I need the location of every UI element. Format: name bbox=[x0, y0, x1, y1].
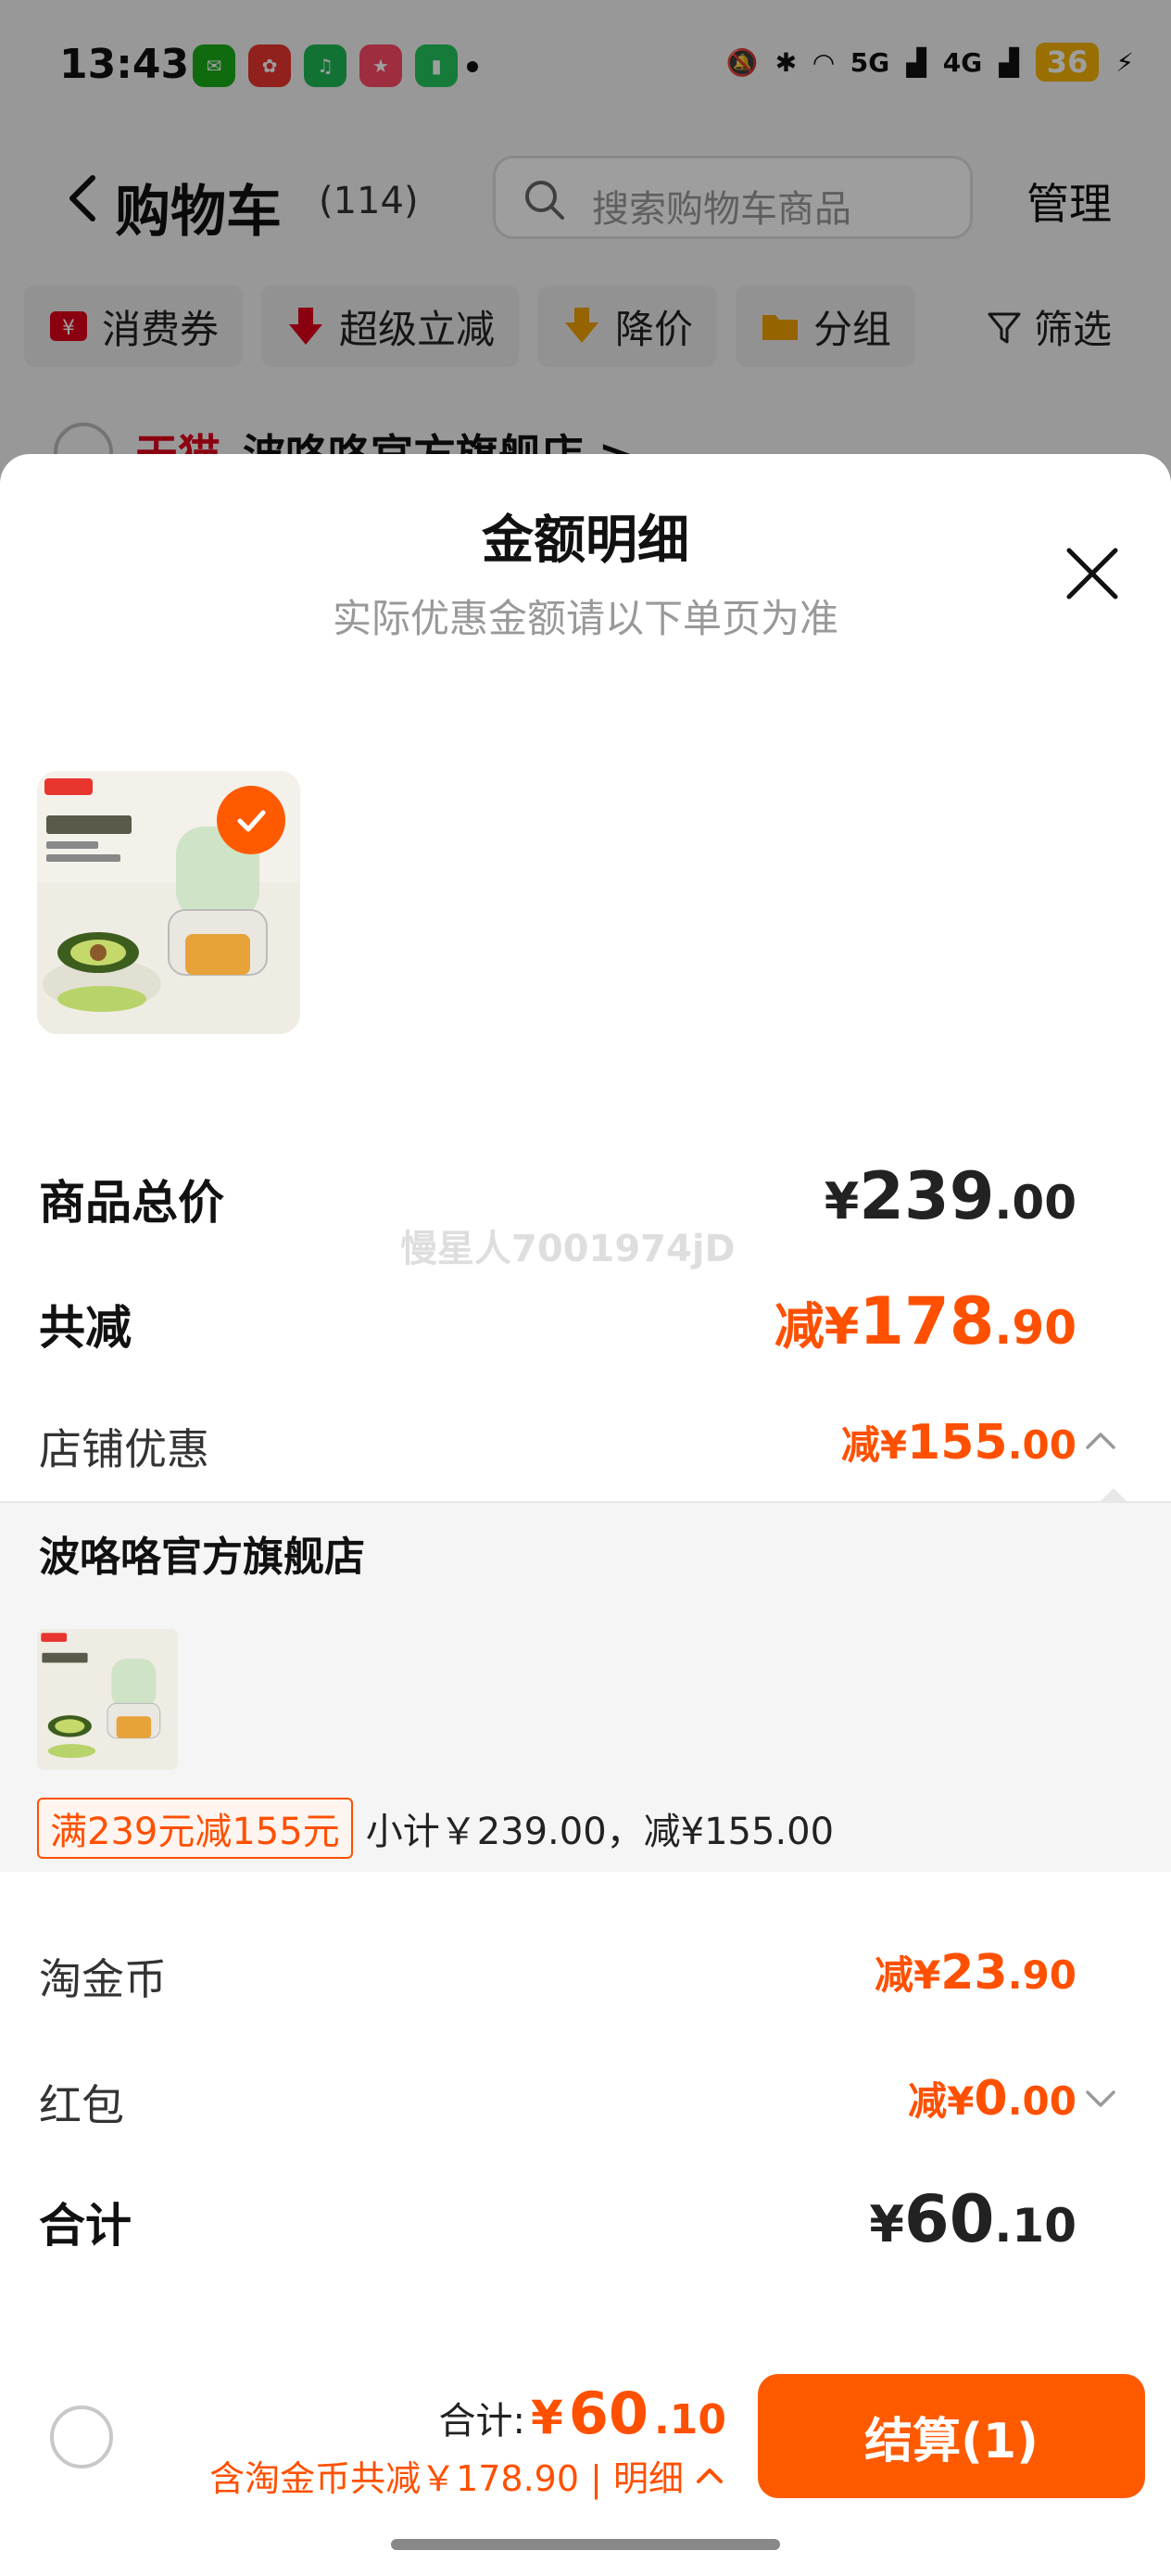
tao-coin-label: 淘金币 bbox=[39, 1954, 167, 2004]
sum-value: ¥60.10 bbox=[869, 2181, 1077, 2257]
total-reduce-value: 减¥178.90 bbox=[774, 1283, 1077, 1359]
select-all-radio[interactable] bbox=[50, 2406, 113, 2469]
tao-coin-value: 减¥23.90 bbox=[874, 1945, 1077, 2001]
saving-text: 含淘金币共减￥178.90 | 明细 bbox=[209, 2458, 684, 2499]
red-packet-row[interactable]: 红包 减¥0.00 bbox=[39, 2070, 1132, 2153]
goods-total-value: ¥239.00 bbox=[824, 1158, 1077, 1234]
store-name: 波咯咯官方旗舰店 bbox=[39, 1534, 365, 1581]
red-packet-value: 减¥0.00 bbox=[908, 2071, 1077, 2127]
total-reduce-label: 共减 bbox=[39, 1301, 132, 1355]
sheet-title: 金额明细 bbox=[482, 511, 689, 571]
goods-total-label: 商品总价 bbox=[39, 1176, 224, 1230]
watermark: 慢星人7001974jD bbox=[400, 1228, 736, 1270]
checkout-bar: 合计: ¥ 60 .10 含淘金币共减￥178.90 | 明细 结算(1) bbox=[0, 2354, 1171, 2576]
total-int: 60 bbox=[568, 2380, 649, 2447]
amount-detail-sheet: 金额明细 实际优惠金额请以下单页为准 商品总价 ¥239.00 慢星人70019… bbox=[0, 454, 1171, 2354]
store-discount-row[interactable]: 店铺优惠 减¥155.00 bbox=[39, 1414, 1132, 1497]
store-product-image bbox=[37, 1629, 178, 1770]
chevron-down-icon[interactable] bbox=[1082, 2079, 1119, 2116]
checkout-button[interactable]: 结算(1) bbox=[758, 2374, 1145, 2498]
sum-label: 合计 bbox=[39, 2199, 132, 2253]
selected-check-icon[interactable] bbox=[217, 786, 285, 854]
total-symbol: ¥ bbox=[530, 2391, 563, 2444]
store-discount-value: 减¥155.00 bbox=[840, 1415, 1077, 1471]
promo-tag: 满239元减155元 bbox=[37, 1798, 353, 1859]
total-reduce-row: 共减 减¥178.90 bbox=[39, 1283, 1132, 1367]
bar-total: 合计: ¥ 60 .10 bbox=[438, 2380, 726, 2447]
chevron-up-icon[interactable] bbox=[1082, 1423, 1119, 1460]
promo-subtotal: 小计￥239.00，减¥155.00 bbox=[365, 1811, 835, 1853]
total-dec: .10 bbox=[654, 2396, 726, 2443]
sum-row: 合计 ¥60.10 bbox=[39, 2181, 1132, 2265]
home-indicator[interactable] bbox=[391, 2539, 780, 2550]
chevron-up-icon bbox=[697, 2468, 723, 2483]
store-discount-panel: 波咯咯官方旗舰店 满239元减155元 小计￥239.00，减¥155.00 bbox=[0, 1501, 1171, 1872]
sheet-subtitle: 实际优惠金额请以下单页为准 bbox=[332, 596, 838, 641]
total-label: 合计: bbox=[438, 2400, 525, 2443]
saving-detail-link[interactable]: 含淘金币共减￥178.90 | 明细 bbox=[209, 2450, 726, 2501]
tao-coin-row: 淘金币 减¥23.90 bbox=[39, 1944, 1132, 2027]
red-packet-label: 红包 bbox=[39, 2080, 124, 2130]
close-icon[interactable] bbox=[1062, 543, 1123, 604]
promo-line: 满239元减155元 小计￥239.00，减¥155.00 bbox=[37, 1798, 834, 1859]
store-discount-label: 店铺优惠 bbox=[39, 1424, 209, 1474]
